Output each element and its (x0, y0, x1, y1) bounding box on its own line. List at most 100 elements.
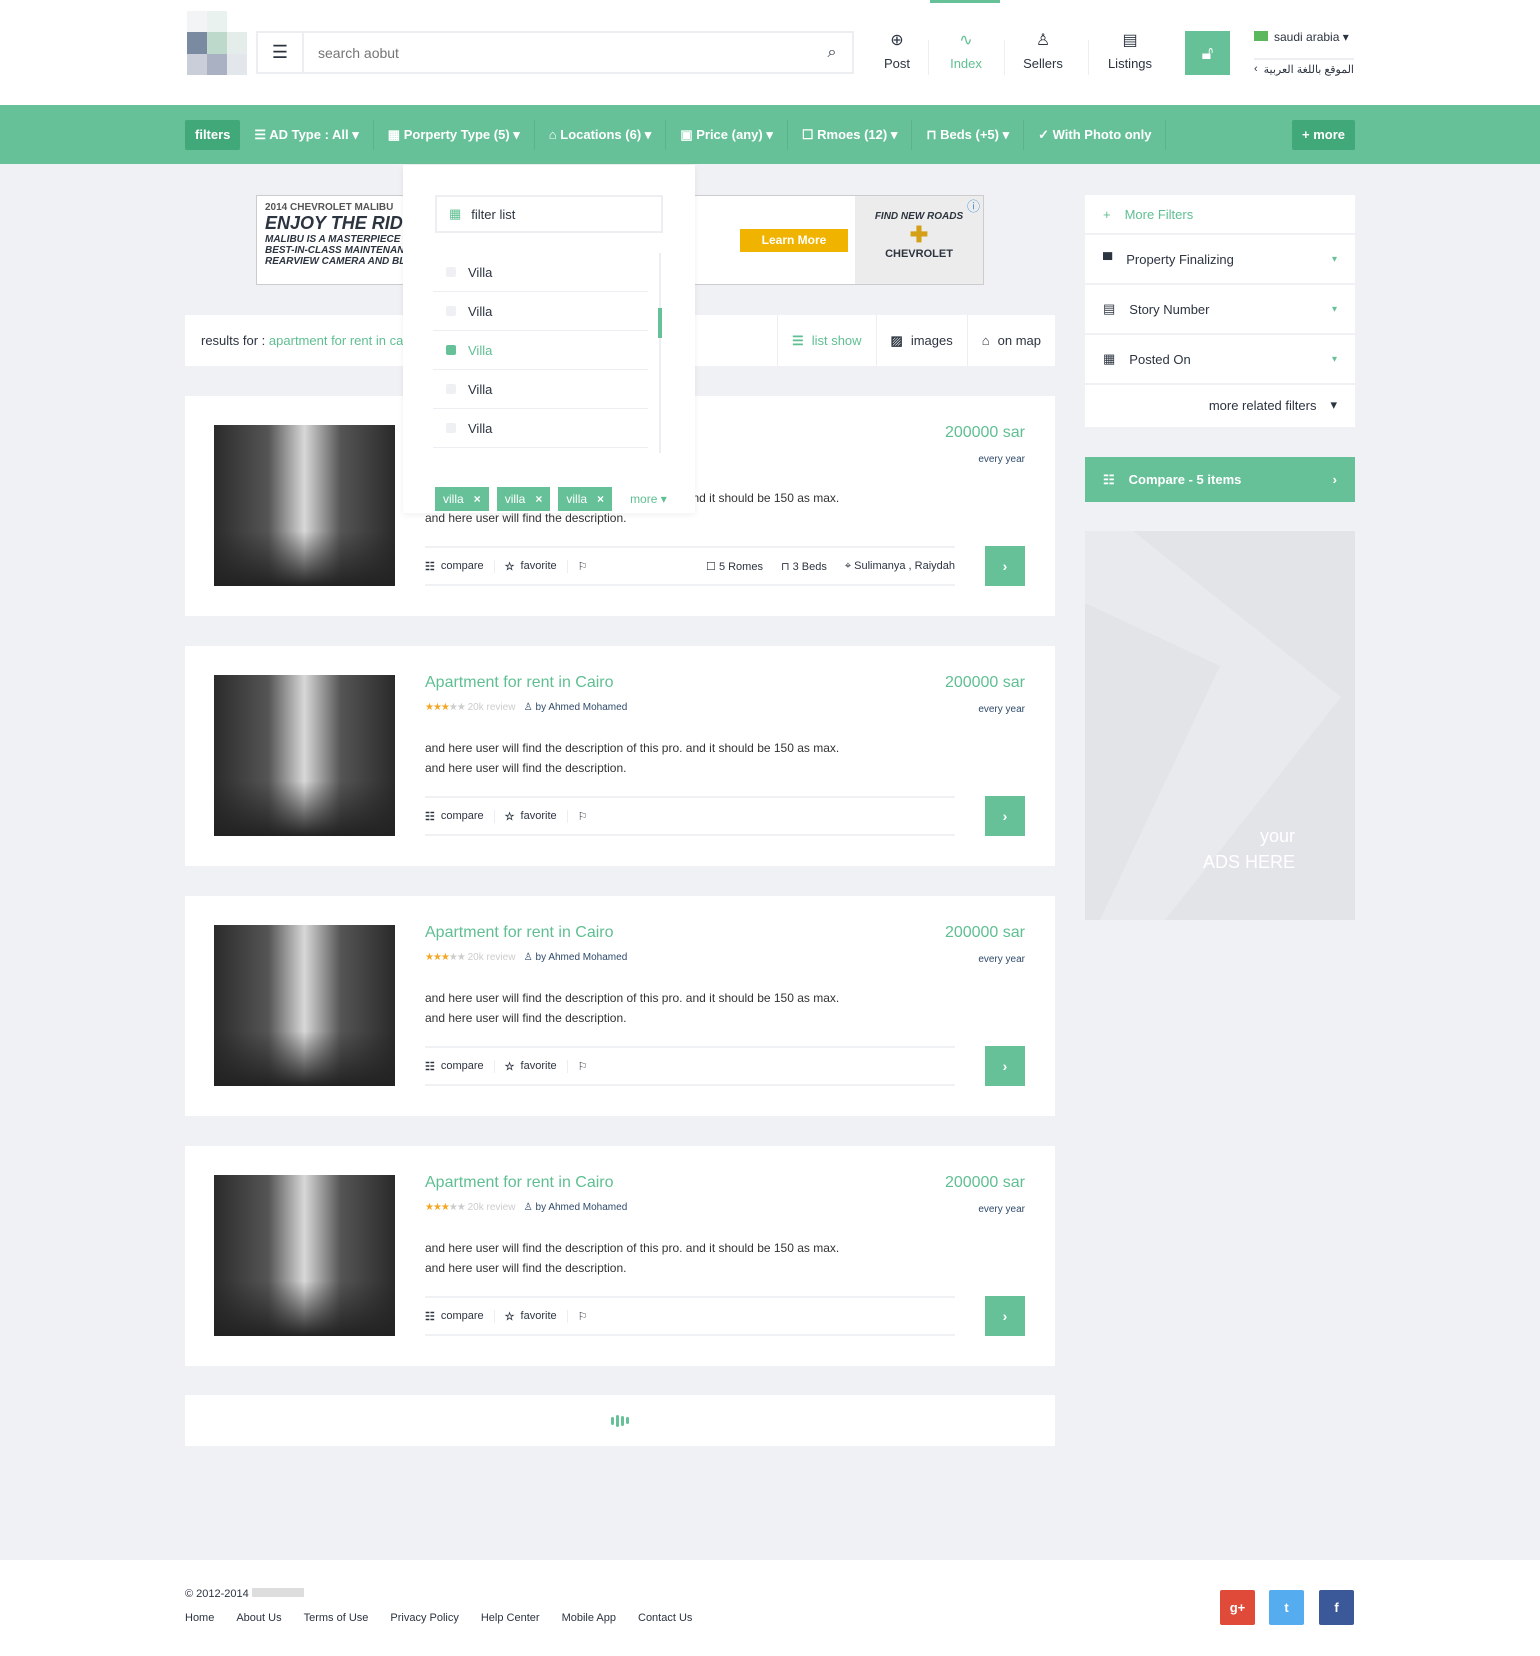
favorite-link[interactable]: ☆ favorite (495, 1059, 568, 1073)
info-icon[interactable]: ⓘ (967, 196, 980, 215)
search-input[interactable] (304, 44, 812, 61)
flag-icon[interactable]: ⚐ (568, 560, 598, 573)
filter-ad-type[interactable]: ☰ AD Type : All ▾ (240, 120, 374, 150)
checkbox[interactable] (446, 267, 456, 277)
label: 5 Romes (718, 560, 763, 573)
ads-text: your (1259, 826, 1295, 846)
logo[interactable] (187, 11, 247, 75)
view-images[interactable]: ▨ images (877, 315, 968, 366)
listing-image[interactable] (214, 425, 395, 586)
filter-beds[interactable]: ⊓ Beds (+5) ▾ (912, 120, 1025, 150)
google-plus-button[interactable]: g+ (1220, 1590, 1255, 1625)
listing-image[interactable] (214, 675, 395, 836)
filter-locations[interactable]: ⌂ Locations (6) ▾ (535, 120, 667, 150)
ads-placeholder[interactable]: your ADS HERE (1085, 531, 1355, 920)
dropdown-option[interactable]: Villa (433, 292, 648, 331)
listing-title[interactable]: Apartment for rent in Cairo (425, 674, 614, 692)
label: villa (566, 492, 588, 506)
remove-icon[interactable]: × (535, 487, 542, 511)
flag-icon[interactable]: ⚐ (568, 1310, 598, 1323)
lock-button[interactable]: 🔓︎ (1185, 31, 1230, 75)
search-icon[interactable]: ⌕ (812, 44, 852, 62)
dropdown-option[interactable]: Villa (433, 409, 648, 448)
footer-link[interactable]: Home (185, 1612, 214, 1624)
filter-story-number[interactable]: ▤ Story Number ▾ (1085, 285, 1355, 335)
more-related-filters[interactable]: more related filters ▾ (1085, 385, 1355, 425)
listing-title[interactable]: Apartment for rent in Cairo (425, 1174, 614, 1192)
checkbox[interactable] (446, 306, 456, 316)
flag-icon[interactable]: ⚐ (568, 1060, 598, 1073)
compare-icon: ☷ (425, 1310, 435, 1323)
compare-link[interactable]: ☷ compare (425, 1059, 495, 1073)
scrollbar[interactable] (658, 253, 662, 453)
favorite-link[interactable]: ☆ favorite (495, 809, 568, 823)
price: 200000 sar (944, 674, 1025, 691)
open-listing-button[interactable]: › (985, 796, 1025, 836)
filters-chip[interactable]: filters (185, 120, 241, 150)
checkbox[interactable] (446, 423, 456, 433)
facebook-button[interactable]: f (1319, 1590, 1354, 1625)
footer-link[interactable]: About Us (236, 1612, 281, 1624)
dropdown-option[interactable]: Villa (433, 448, 648, 449)
chevron-down-icon: ▾ (1331, 253, 1337, 265)
dropdown-option[interactable]: Villa (433, 331, 648, 370)
remove-icon[interactable]: × (474, 487, 481, 511)
pulse-icon: ∿ (959, 32, 973, 49)
filter-property-type[interactable]: ▦ Porperty Type (5) ▾ (374, 120, 535, 150)
review-count: 20k review (467, 952, 516, 963)
listing-image[interactable] (214, 1175, 395, 1336)
compare-link[interactable]: ☷ compare (425, 809, 495, 823)
price-period: every year (978, 454, 1025, 465)
compare-link[interactable]: ☷ compare (425, 1309, 495, 1323)
arabic-link[interactable]: ‹ الموقع باللغة العربية (1254, 58, 1354, 76)
compare-link[interactable]: ☷ compare (425, 559, 495, 573)
compare-button[interactable]: ☷ Compare - 5 items › (1085, 457, 1355, 502)
footer-link[interactable]: Mobile App (562, 1612, 616, 1624)
filter-list-input[interactable]: ▦ filter list (435, 195, 663, 233)
more-filters-header[interactable]: + More Filters (1085, 195, 1355, 235)
header: ☰ ⌕ ⊕ Post ∿ Index ♙ Sellers ▤ Listings 🔓︎ s… (0, 0, 1540, 105)
listing-image[interactable] (214, 925, 395, 1086)
checkbox[interactable] (446, 345, 456, 355)
filter-with-photo[interactable]: ✓ With Photo only (1024, 120, 1167, 150)
open-listing-button[interactable]: › (985, 1296, 1025, 1336)
more-tags-link[interactable]: more ▾ (630, 492, 667, 506)
label: Villa (468, 381, 493, 397)
dropdown-option[interactable]: Villa (433, 370, 648, 409)
filter-posted-on[interactable]: ▦ Posted On ▾ (1085, 335, 1355, 385)
dropdown-option[interactable]: Villa (433, 253, 648, 292)
view-list[interactable]: ☰ list show (778, 315, 877, 366)
label: Villa (468, 303, 493, 319)
open-listing-button[interactable]: › (985, 1046, 1025, 1086)
listing-title[interactable]: Apartment for rent in Cairo (425, 924, 614, 942)
filter-property-finalizing[interactable]: ▀ Property Finalizing ▾ (1085, 235, 1355, 285)
author-link[interactable]: by Ahmed Mohamed (536, 1202, 628, 1213)
copyright: © 2012-2014 (185, 1588, 249, 1600)
checkbox[interactable] (446, 384, 456, 394)
label: Beds (+5) (940, 127, 999, 142)
nav-sellers[interactable]: ♙ Sellers (1005, 30, 1081, 71)
twitter-button[interactable]: t (1269, 1590, 1304, 1625)
author-link[interactable]: by Ahmed Mohamed (536, 952, 628, 963)
footer-link[interactable]: Contact Us (638, 1612, 692, 1624)
filter-price[interactable]: ▣ Price (any) ▾ (666, 120, 788, 150)
menu-icon[interactable]: ☰ (258, 33, 304, 72)
footer-link[interactable]: Help Center (481, 1612, 540, 1624)
country-select[interactable]: saudi arabia ▾ (1254, 30, 1349, 44)
open-listing-button[interactable]: › (985, 546, 1025, 586)
more-filters-button[interactable]: + more (1292, 120, 1355, 150)
favorite-link[interactable]: ☆ favorite (495, 1309, 568, 1323)
nav-post[interactable]: ⊕ Post (859, 30, 935, 71)
country-label: saudi arabia (1274, 30, 1340, 44)
footer-link[interactable]: Terms of Use (304, 1612, 369, 1624)
nav-index[interactable]: ∿ Index (928, 30, 1004, 71)
remove-icon[interactable]: × (597, 487, 604, 511)
flag-icon[interactable]: ⚐ (568, 810, 598, 823)
view-map[interactable]: ⌂ on map (968, 315, 1055, 366)
footer-link[interactable]: Privacy Policy (390, 1612, 458, 1624)
nav-listings[interactable]: ▤ Listings (1092, 30, 1168, 71)
filter-rooms[interactable]: ☐ Rmoes (12) ▾ (788, 120, 913, 150)
learn-more-button[interactable]: Learn More (740, 229, 848, 252)
author-link[interactable]: by Ahmed Mohamed (536, 702, 628, 713)
favorite-link[interactable]: ☆ favorite (495, 559, 568, 573)
